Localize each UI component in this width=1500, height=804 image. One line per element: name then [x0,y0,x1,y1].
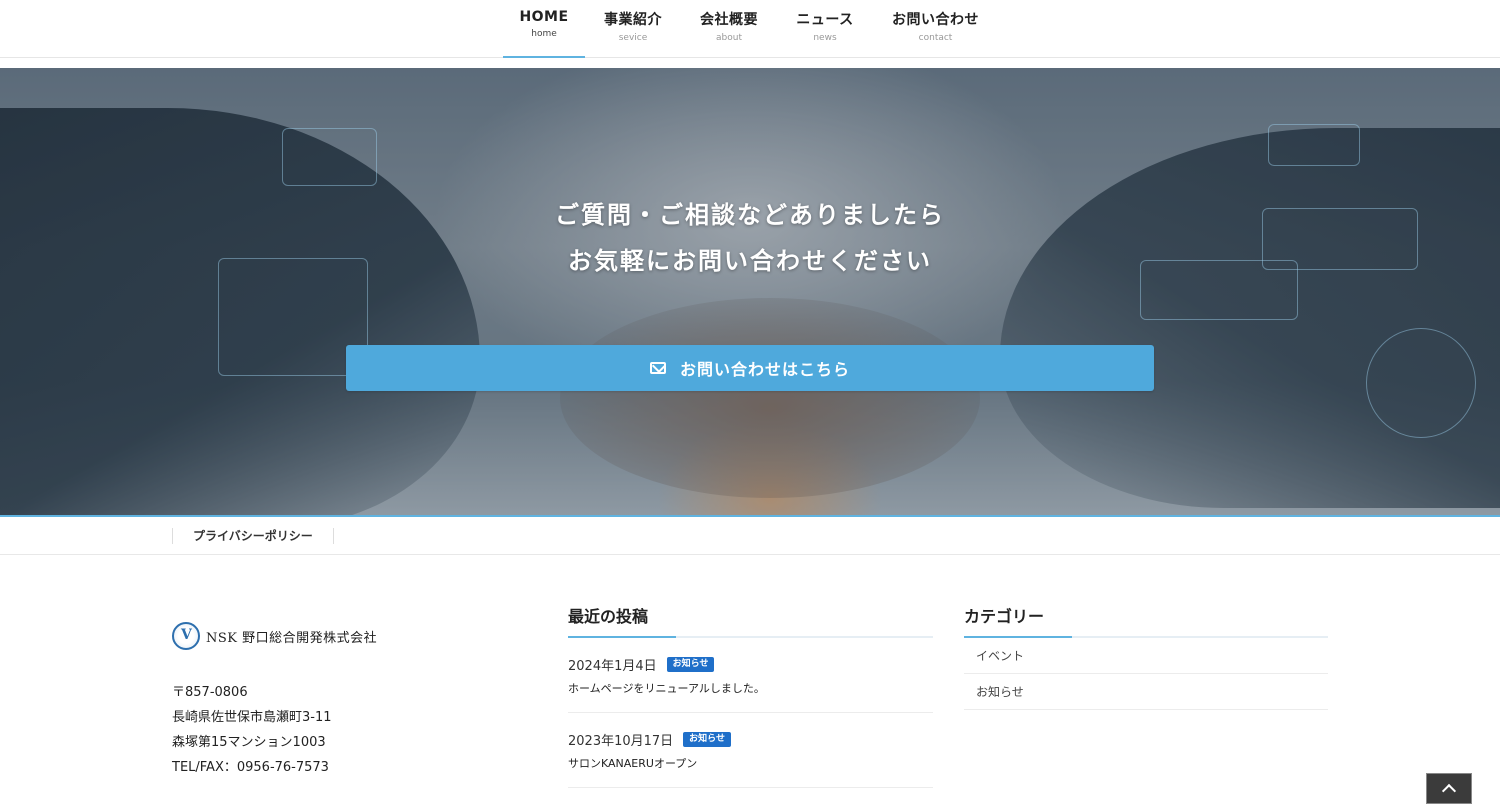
nav-item-sublabel: home [531,29,557,39]
category-item-news[interactable]: お知らせ [964,674,1328,710]
post-date: 2023年10月17日 [568,734,674,749]
logo-text: NSK 野口総合開発株式会社 [206,630,378,646]
company-address: 〒857-0806 長崎県佐世保市島瀬町3-11 森塚第15マンション1003 … [172,680,512,780]
address-line: 長崎県佐世保市島瀬町3-11 [172,710,332,725]
categories-widget: カテゴリー イベント お知らせ [964,606,1328,710]
hero-section: ご質問・ご相談などありましたら お気軽にお問い合わせください お問い合わせはこち… [0,68,1500,516]
nav-item-contact[interactable]: お問い合わせ contact [873,0,998,58]
nav-item-label: お問い合わせ [892,12,979,28]
footer-nav: プライバシーポリシー [0,517,1500,555]
postal-code: 〒857-0806 [172,685,248,700]
category-item-event[interactable]: イベント [964,638,1328,674]
post-meta: 2023年10月17日 お知らせ [568,730,933,749]
post-title[interactable]: ホームページをリニューアルしました。 [568,680,933,696]
widget-title: カテゴリー [964,606,1328,638]
company-info: NSK 野口総合開発株式会社 〒857-0806 長崎県佐世保市島瀬町3-11 … [172,622,512,780]
privacy-policy-link[interactable]: プライバシーポリシー [172,528,334,544]
nav-item-label: ニュース [796,12,854,28]
chevron-up-icon [1441,783,1457,799]
post-date: 2024年1月4日 [568,659,657,674]
widget-title: 最近の投稿 [568,606,933,638]
cta-label: お問い合わせはこちら [679,360,850,379]
nav-item-label: HOME [519,9,569,25]
back-to-top-button[interactable] [1426,773,1472,804]
nav-item-sublabel: contact [918,33,953,43]
recent-posts-widget: 最近の投稿 2024年1月4日 お知らせ ホームページをリニューアルしました。 … [568,606,933,788]
nav-item-home[interactable]: HOME home [503,0,585,58]
company-logo[interactable]: NSK 野口総合開発株式会社 [172,622,512,650]
global-nav: HOME home 事業紹介 sevice 会社概要 about ニュース ne… [0,0,1500,58]
contact-cta-button[interactable]: お問い合わせはこちら [346,345,1154,391]
category-badge[interactable]: お知らせ [666,657,715,672]
logo-icon [172,622,200,650]
mail-icon [649,362,666,374]
nav-item-sublabel: sevice [618,33,648,43]
category-badge[interactable]: お知らせ [683,732,731,747]
hud-decoration [282,128,377,186]
post-title[interactable]: サロンKANAERUオープン [568,755,933,771]
nav-item-sublabel: news [813,33,837,43]
hud-decoration [1268,124,1360,166]
address-line: 森塚第15マンション1003 [172,735,326,750]
post-item[interactable]: 2023年10月17日 お知らせ サロンKANAERUオープン [568,713,933,788]
nav-menu: HOME home 事業紹介 sevice 会社概要 about ニュース ne… [503,0,998,58]
nav-item-sublabel: about [716,33,742,43]
hud-decoration [1366,328,1476,438]
nav-item-label: 会社概要 [700,12,758,28]
hero-headline-line1: ご質問・ご相談などありましたら [555,201,945,229]
post-item[interactable]: 2024年1月4日 お知らせ ホームページをリニューアルしました。 [568,638,933,713]
nav-item-label: 事業紹介 [604,12,662,28]
hero-headline-line2: お気軽にお問い合わせください [568,247,932,275]
nav-item-news[interactable]: ニュース news [777,0,873,58]
nav-item-service[interactable]: 事業紹介 sevice [585,0,681,58]
post-meta: 2024年1月4日 お知らせ [568,655,933,674]
tel-fax: TEL/FAX：0956-76-7573 [172,760,329,775]
nav-item-about[interactable]: 会社概要 about [681,0,777,58]
